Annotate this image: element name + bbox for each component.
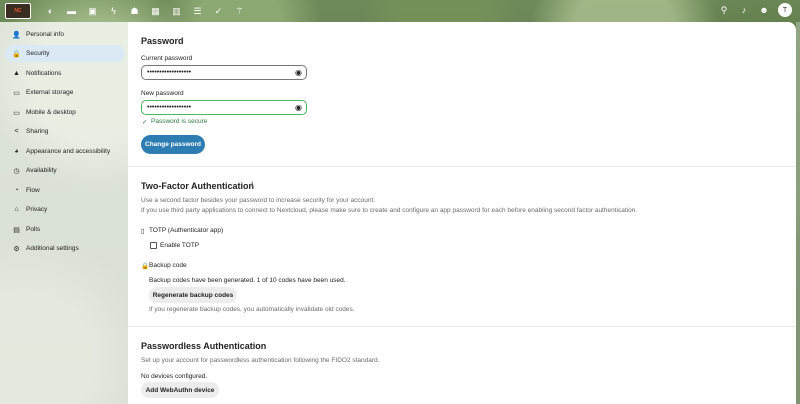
top-header: NC ◐ ▬ ▣ ϟ ☗ ▦ ▥ ☰ ✓ ⚚ ⚲ ♪ ☻ T: [0, 0, 800, 22]
sidebar-item-label: Personal info: [26, 31, 64, 38]
section-divider: [128, 166, 796, 167]
show-password-icon[interactable]: ◉: [295, 103, 302, 112]
settings-sidebar: 👤 Personal info 🔒 Security ▲ Notifications …: [0, 22, 128, 404]
share-icon: <: [14, 128, 19, 135]
sidebar-item-label: Availability: [26, 167, 57, 174]
devices-icon: ▭: [13, 109, 20, 117]
section-divider: [128, 326, 796, 327]
current-password-value: ••••••••••••••••••: [147, 69, 192, 76]
sidebar-item-label: Polls: [26, 226, 41, 233]
passwordless-title: Passwordless Authentication: [141, 341, 267, 351]
passwordless-status: No devices configured.: [141, 373, 208, 380]
sidebar-item-additional-settings[interactable]: ⚙ Additional settings: [5, 240, 125, 257]
nextcloud-logo[interactable]: NC: [5, 3, 31, 19]
activity-icon[interactable]: ϟ: [103, 4, 124, 18]
palette-icon: ◕: [14, 148, 19, 155]
bell-icon: ▲: [13, 70, 20, 77]
sidebar-item-label: Security: [26, 50, 50, 57]
sidebar-item-availability[interactable]: ◷ Availability: [5, 162, 125, 179]
enable-totp-label[interactable]: Enable TOTP: [160, 242, 199, 249]
regenerate-note: If you regenerate backup codes, you auto…: [149, 306, 355, 313]
sidebar-item-security[interactable]: 🔒 Security: [5, 45, 125, 62]
regenerate-backup-codes-button[interactable]: Regenerate backup codes: [149, 287, 237, 303]
gear-icon: ⚙: [13, 245, 20, 253]
forms-icon[interactable]: ⚚: [229, 4, 250, 18]
settings-content: Password Current password ••••••••••••••…: [128, 22, 796, 404]
password-section-title: Password: [141, 36, 184, 46]
two-factor-warning: If you use third party applications to c…: [141, 207, 638, 214]
sidebar-item-polls[interactable]: ▤ Polls: [5, 221, 125, 238]
two-factor-title: Two-Factor Authentication: [141, 181, 254, 191]
sidebar-item-label: Additional settings: [26, 245, 79, 252]
sidebar-item-notifications[interactable]: ▲ Notifications: [5, 65, 125, 82]
files-icon[interactable]: ▬: [61, 4, 82, 18]
current-password-field[interactable]: •••••••••••••••••• ◉: [141, 65, 307, 80]
sidebar-item-label: External storage: [26, 89, 74, 96]
avatar[interactable]: T: [778, 3, 792, 17]
sidebar-item-label: Flow: [26, 187, 40, 194]
header-right: ⚲ ♪ ☻ T: [714, 3, 792, 17]
lock-icon: 🔒: [12, 50, 21, 58]
contacts-menu-icon[interactable]: ☻: [754, 3, 774, 17]
storage-icon: ▭: [13, 89, 20, 97]
backup-code-status: Backup codes have been generated. 1 of 1…: [149, 277, 346, 284]
sidebar-item-sharing[interactable]: < Sharing: [5, 123, 125, 140]
sidebar-item-label: Mobile & desktop: [26, 109, 76, 116]
backup-code-title: Backup code: [149, 262, 187, 269]
scrollbar[interactable]: [796, 22, 800, 404]
totp-title: TOTP (Authenticator app): [149, 227, 224, 234]
person-icon: 👤: [12, 31, 21, 39]
sidebar-item-label: Privacy: [26, 206, 48, 213]
checkmark-icon: ✓: [142, 119, 148, 126]
sidebar-item-appearance[interactable]: ◕ Appearance and accessibility: [5, 143, 125, 160]
new-password-field[interactable]: •••••••••••••••••• ◉: [141, 100, 307, 115]
change-password-button[interactable]: Change password: [141, 135, 205, 154]
search-icon[interactable]: ⚲: [714, 3, 734, 17]
sidebar-item-flow[interactable]: ◔ Flow: [5, 182, 125, 199]
phone-icon: ▯: [141, 228, 145, 235]
flow-icon: ◔: [14, 187, 19, 194]
polls-icon: ▤: [13, 226, 20, 234]
sidebar-item-label: Sharing: [26, 128, 49, 135]
sidebar-item-external-storage[interactable]: ▭ External storage: [5, 84, 125, 101]
info-icon[interactable]: ℹ: [251, 181, 254, 189]
passwordless-description: Set up your account for passwordless aut…: [141, 357, 380, 364]
two-factor-description: Use a second factor besides your passwor…: [141, 197, 376, 204]
lock-icon: 🔒: [141, 263, 150, 270]
password-secure-message: Password is secure: [151, 118, 208, 125]
contacts-icon[interactable]: ☗: [124, 4, 145, 18]
new-password-label: New password: [141, 90, 184, 97]
app-navigation: ◐ ▬ ▣ ϟ ☗ ▦ ▥ ☰ ✓ ⚚: [40, 4, 250, 18]
sidebar-item-personal-info[interactable]: 👤 Personal info: [5, 26, 125, 43]
privacy-icon: ⌂: [14, 206, 19, 213]
new-password-value: ••••••••••••••••••: [147, 104, 192, 111]
sidebar-item-mobile-desktop[interactable]: ▭ Mobile & desktop: [5, 104, 125, 121]
analytics-icon[interactable]: ▥: [166, 4, 187, 18]
clock-icon: ◷: [13, 167, 20, 175]
sidebar-item-privacy[interactable]: ⌂ Privacy: [5, 201, 125, 218]
dashboard-icon[interactable]: ◐: [40, 4, 61, 18]
calendar-icon[interactable]: ▦: [145, 4, 166, 18]
add-webauthn-button[interactable]: Add WebAuthn device: [141, 382, 219, 398]
deck-icon[interactable]: ☰: [187, 4, 208, 18]
current-password-label: Current password: [141, 55, 193, 62]
photos-icon[interactable]: ▣: [82, 4, 103, 18]
tasks-icon[interactable]: ✓: [208, 4, 229, 18]
notifications-icon[interactable]: ♪: [734, 3, 754, 17]
show-password-icon[interactable]: ◉: [295, 68, 302, 77]
sidebar-item-label: Notifications: [26, 70, 62, 77]
sidebar-item-label: Appearance and accessibility: [26, 148, 111, 155]
enable-totp-checkbox[interactable]: [150, 242, 157, 249]
